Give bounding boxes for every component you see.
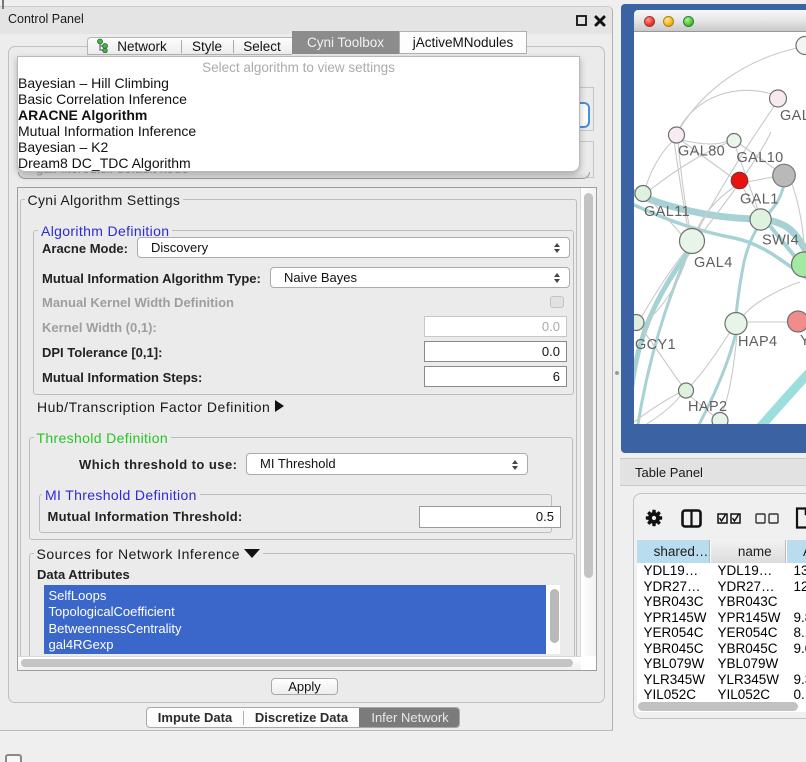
svg-text:HAP2: HAP2: [688, 399, 727, 415]
svg-text:GAL1: GAL1: [740, 192, 779, 208]
svg-text:Y: Y: [800, 333, 806, 349]
svg-text:HAP4: HAP4: [738, 334, 777, 350]
svg-text:GCY1: GCY1: [635, 337, 676, 353]
svg-text:GAL10: GAL10: [737, 150, 784, 166]
svg-text:GAL4: GAL4: [694, 255, 733, 271]
svg-text:GAL7: GAL7: [780, 108, 806, 124]
svg-text:SWI4: SWI4: [762, 233, 799, 249]
svg-text:GAL11: GAL11: [644, 204, 690, 220]
svg-text:GAL80: GAL80: [678, 144, 725, 160]
